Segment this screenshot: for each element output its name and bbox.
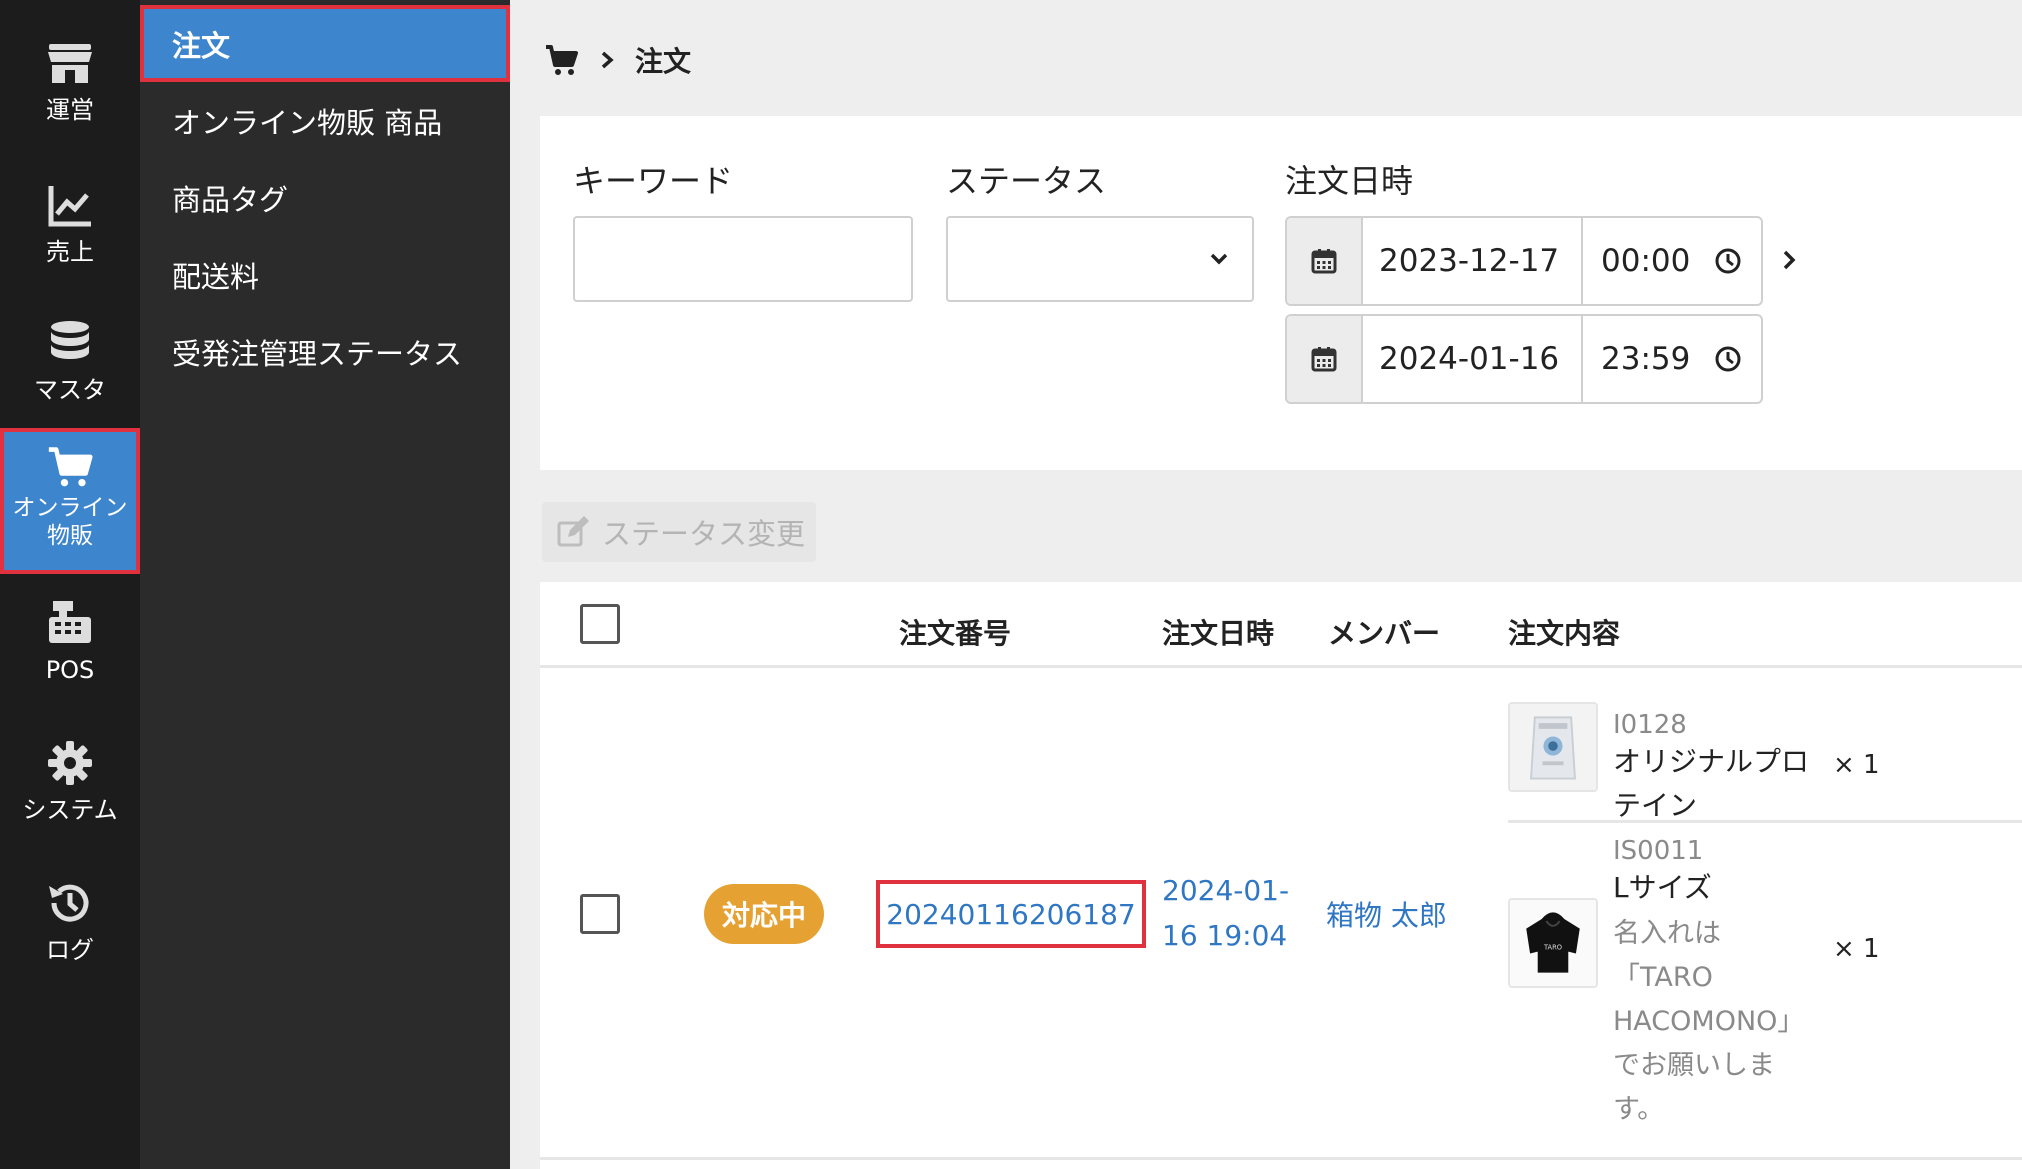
status-select[interactable] — [946, 216, 1254, 302]
clock-icon — [1715, 346, 1741, 372]
item-code: IS0011 — [1613, 836, 1704, 866]
from-time-input[interactable]: 00:00 — [1583, 218, 1761, 304]
gear-icon — [48, 741, 92, 785]
item-note-line: HACOMONO」 — [1613, 1006, 1805, 1037]
chart-line-icon — [48, 186, 91, 227]
rail-item-pos[interactable]: POS — [0, 598, 140, 685]
to-time-input[interactable]: 23:59 — [1583, 316, 1761, 402]
header-order-content[interactable]: 注文内容 — [1508, 612, 1620, 652]
store-icon — [48, 44, 92, 83]
date-range-from: 2023-12-17 00:00 — [1285, 216, 1763, 306]
breadcrumb: 注文 — [545, 40, 691, 80]
filter-panel: キーワード ステータス 注文日時 2023-12-17 00:00 2024-0… — [540, 116, 2022, 470]
select-all-checkbox[interactable] — [580, 604, 620, 644]
from-time-value: 00:00 — [1601, 243, 1691, 279]
order-date-label: 注文日時 — [1285, 162, 1414, 200]
product-image-protein — [1508, 702, 1598, 792]
item-name: オリジナルプロ テイン — [1613, 740, 1833, 828]
header-member[interactable]: メンバー — [1328, 612, 1440, 652]
status-change-label: ステータス変更 — [602, 517, 806, 551]
rail-item-label: POS — [45, 656, 95, 684]
item-name-line1: オリジナルプロ — [1613, 745, 1810, 778]
item-note-line: 名入れは — [1613, 918, 1721, 949]
product-image-hoodie: TARO — [1508, 898, 1598, 988]
rail-item-online-sales[interactable]: オンライン 物販 — [0, 428, 140, 574]
clock-icon — [1715, 248, 1741, 274]
rail-item-label: システム — [22, 796, 118, 824]
cart-icon[interactable] — [545, 43, 579, 77]
item-divider — [1508, 820, 2022, 823]
order-date-line2: 16 19:04 — [1162, 919, 1288, 952]
item-note-line: 「TARO — [1613, 962, 1713, 993]
rail-item-label: 売上 — [46, 238, 94, 266]
submenu-item-product-tags[interactable]: 商品タグ — [140, 159, 510, 236]
item-note-line: す。 — [1613, 1094, 1665, 1125]
database-icon — [51, 321, 89, 359]
order-date-link[interactable]: 2024-01- 16 19:04 — [1162, 868, 1302, 958]
item-code: I0128 — [1613, 710, 1687, 740]
table-header: 注文番号 注文日時 メンバー 注文内容 — [540, 582, 2022, 668]
to-time-value: 23:59 — [1601, 341, 1691, 377]
cash-register-icon — [49, 601, 91, 643]
rail-item-label: 運営 — [46, 96, 94, 124]
header-order-date[interactable]: 注文日時 — [1162, 612, 1274, 652]
breadcrumb-current: 注文 — [635, 45, 692, 78]
rail-item-operation[interactable]: 運営 — [0, 38, 140, 125]
chevron-down-icon — [1210, 253, 1228, 265]
member-link[interactable]: 箱物 太郎 — [1326, 894, 1447, 934]
status-label: ステータス — [946, 162, 1107, 200]
calendar-icon[interactable] — [1287, 218, 1363, 304]
keyword-input[interactable] — [573, 216, 913, 302]
submenu-item-order-status[interactable]: 受発注管理ステータス — [140, 313, 510, 390]
cart-icon — [48, 447, 93, 487]
order-date-line1: 2024-01- — [1162, 874, 1290, 907]
calendar-icon[interactable] — [1287, 316, 1363, 402]
submenu-item-online-products[interactable]: オンライン物販 商品 — [140, 82, 510, 159]
edit-icon — [557, 516, 589, 547]
rail-item-label: ログ — [46, 936, 94, 964]
header-order-no[interactable]: 注文番号 — [899, 612, 1011, 652]
rail-item-label: マスタ — [34, 376, 106, 404]
rail-item-master[interactable]: マスタ — [0, 318, 140, 405]
icon-rail: 運営 売上 マスタ オンライン 物販 POS システム ログ — [0, 0, 140, 1169]
submenu-item-orders[interactable]: 注文 — [140, 5, 510, 82]
date-range-to: 2024-01-16 23:59 — [1285, 314, 1763, 404]
status-change-button[interactable]: ステータス変更 — [542, 502, 816, 562]
to-date-input[interactable]: 2024-01-16 — [1363, 316, 1583, 402]
svg-text:TARO: TARO — [1543, 944, 1562, 952]
rail-item-system[interactable]: システム — [0, 738, 140, 825]
history-icon — [49, 884, 89, 922]
submenu-item-shipping-fee[interactable]: 配送料 — [140, 236, 510, 313]
row-checkbox[interactable] — [580, 894, 620, 934]
status-badge: 対応中 — [704, 884, 824, 944]
table-row: 対応中 20240116206187 2024-01- 16 19:04 箱物 … — [540, 668, 2022, 1160]
item-note-line: でお願いしま — [1613, 1050, 1775, 1081]
item-quantity: × 1 — [1833, 934, 1880, 964]
orders-table: 注文番号 注文日時 メンバー 注文内容 対応中 20240116206187 2… — [540, 582, 2022, 1169]
rail-item-label: オンライン 物販 — [12, 495, 128, 549]
chevron-right-icon — [601, 51, 614, 69]
from-date-input[interactable]: 2023-12-17 — [1363, 218, 1583, 304]
submenu: 注文 オンライン物販 商品 商品タグ 配送料 受発注管理ステータス — [140, 0, 510, 1169]
rail-item-log[interactable]: ログ — [0, 878, 140, 965]
order-number-link[interactable]: 20240116206187 — [876, 880, 1146, 948]
rail-item-sales[interactable]: 売上 — [0, 180, 140, 267]
item-name: Lサイズ — [1613, 871, 1712, 904]
item-note: 名入れは 「TARO HACOMONO」 でお願いしま す。 — [1613, 912, 1813, 1132]
keyword-label: キーワード — [573, 162, 734, 200]
item-quantity: × 1 — [1833, 750, 1880, 780]
chevron-right-icon[interactable] — [1780, 247, 1800, 273]
